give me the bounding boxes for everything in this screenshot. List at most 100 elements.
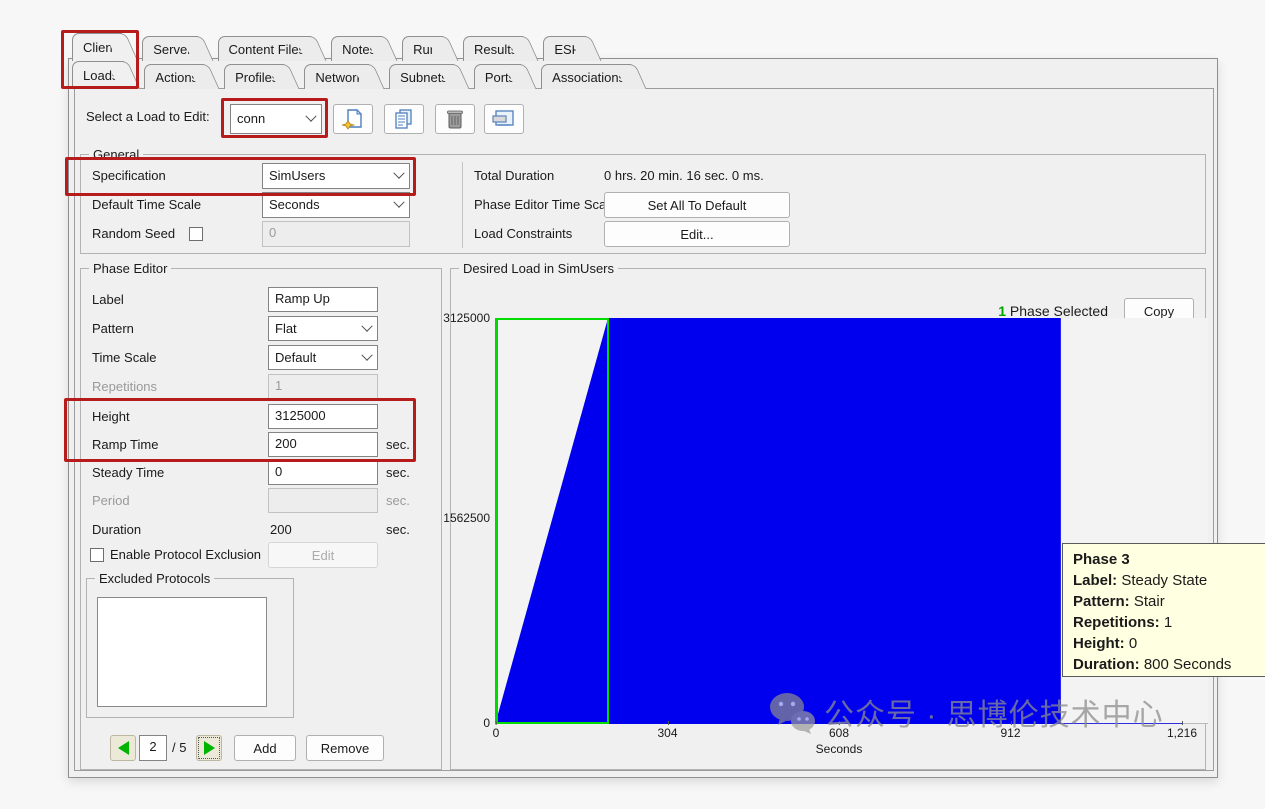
load-constraints-label: Load Constraints [474,221,572,247]
chevron-down-icon [393,197,404,208]
general-group-title: General [89,147,143,162]
main-tab-bar: Client Server Content Files Notes Run Re… [72,33,606,61]
tab-network[interactable]: Network [304,64,369,89]
x-axis-title: Seconds [496,742,1182,756]
random-seed-field: 0 [262,221,410,247]
phase-count-label: / 5 [172,735,186,761]
x-axis-tick-label: 608 [829,726,849,740]
excluded-protocols-list[interactable] [97,597,267,707]
x-axis-tick-label: 912 [1000,726,1020,740]
time-scale-label: Time Scale [92,345,157,371]
enable-protocol-exclusion-label: Enable Protocol Exclusion [110,542,261,568]
selected-phase-outline[interactable] [496,318,609,724]
period-unit: sec. [386,488,410,514]
excluded-protocols-title: Excluded Protocols [95,571,214,586]
copy-load-button[interactable] [384,104,424,134]
tab-esp[interactable]: ESP [543,36,586,61]
tab-profiles[interactable]: Profiles [224,64,284,89]
duration-label: Duration [92,517,141,543]
right-arrow-icon [204,741,215,755]
delete-load-icon [445,108,465,130]
phase-selected-count: 1 [998,303,1006,319]
tab-content-files[interactable]: Content Files [218,36,312,61]
y-axis-tick-label: 0 [430,716,490,730]
phase-label-label: Label [92,287,124,313]
phase-selected-status: 1 Phase Selected [960,303,1108,319]
select-load-label: Select a Load to Edit: [86,104,210,130]
remove-phase-button[interactable]: Remove [306,735,384,761]
pattern-dropdown[interactable]: Flat [268,316,378,341]
left-arrow-icon [118,741,129,755]
new-load-icon [342,108,364,130]
period-field [268,488,378,513]
desired-load-title: Desired Load in SimUsers [459,261,618,276]
y-axis-tick-label: 3125000 [430,311,490,325]
repetitions-label: Repetitions [92,374,157,400]
period-label: Period [92,488,130,514]
phase-editor-group-title: Phase Editor [89,261,171,276]
tab-subnets[interactable]: Subnets [389,64,454,89]
total-duration-value: 0 hrs. 20 min. 16 sec. 0 ms. [604,163,764,189]
prev-phase-button[interactable] [110,735,136,761]
pattern-label: Pattern [92,316,134,342]
height-label: Height [92,404,130,430]
x-axis-tick-label: 304 [657,726,677,740]
random-seed-label: Random Seed [92,221,175,247]
new-load-button[interactable] [333,104,373,134]
phase-editor-time-scales-label: Phase Editor Time Scales [474,192,623,218]
delete-load-button[interactable] [435,104,475,134]
time-scale-dropdown[interactable]: Default [268,345,378,370]
load-constraints-edit-button[interactable]: Edit... [604,221,790,247]
random-seed-checkbox[interactable] [189,227,203,241]
phase-tooltip: Phase 3 Label: Steady State Pattern: Sta… [1062,543,1265,677]
rename-load-icon [492,109,516,129]
duration-unit: sec. [386,517,410,543]
chevron-down-icon [393,168,404,179]
tooltip-title: Phase 3 [1073,551,1130,568]
tab-actions[interactable]: Actions [144,64,204,89]
tab-client[interactable]: Client [72,33,122,61]
specification-label: Specification [92,163,166,189]
repetitions-field: 1 [268,374,378,399]
specification-dropdown[interactable]: SimUsers [262,163,410,189]
chevron-down-icon [361,349,372,360]
excluded-protocols-group: Excluded Protocols [86,578,294,718]
phase-number-field[interactable]: 2 [139,735,167,761]
load-editor-window: Client Server Content Files Notes Run Re… [0,0,1265,809]
phase-label-field[interactable]: Ramp Up [268,287,378,312]
duration-value: 200 [270,517,292,543]
client-sub-tab-bar: Loads Actions Profiles Network Subnets P… [72,61,651,89]
load-select-dropdown[interactable]: conn [230,104,322,134]
add-phase-button[interactable]: Add [234,735,296,761]
tab-results[interactable]: Results [463,36,523,61]
chevron-down-icon [305,111,316,122]
protocol-exclusion-edit-button: Edit [268,542,378,568]
total-duration-label: Total Duration [474,163,554,189]
height-field[interactable]: 3125000 [268,404,378,429]
steady-time-label: Steady Time [92,460,164,486]
steady-time-field[interactable]: 0 [268,460,378,485]
steady-time-unit: sec. [386,460,410,486]
ramp-time-label: Ramp Time [92,432,158,458]
default-time-scale-label: Default Time Scale [92,192,201,218]
tab-ports[interactable]: Ports [474,64,521,89]
general-divider [462,162,463,248]
chevron-down-icon [361,320,372,331]
tab-associations[interactable]: Associations [541,64,631,89]
tab-run[interactable]: Run [402,36,443,61]
load-select-value: conn [237,111,265,127]
tab-server[interactable]: Server [142,36,197,61]
enable-protocol-exclusion-checkbox[interactable] [90,548,104,562]
tab-loads[interactable]: Loads [72,61,124,89]
rename-load-button[interactable] [484,104,524,134]
next-phase-button[interactable] [196,735,222,761]
x-axis-tick-label: 0 [493,726,500,740]
set-all-to-default-button[interactable]: Set All To Default [604,192,790,218]
tab-notes[interactable]: Notes [331,36,382,61]
x-axis-tick-label: 1,216 [1167,726,1197,740]
y-axis-tick-label: 1562500 [430,511,490,525]
default-time-scale-dropdown[interactable]: Seconds [262,192,410,218]
ramp-time-unit: sec. [386,432,410,458]
ramp-time-field[interactable]: 200 [268,432,378,457]
copy-load-icon [393,108,415,130]
